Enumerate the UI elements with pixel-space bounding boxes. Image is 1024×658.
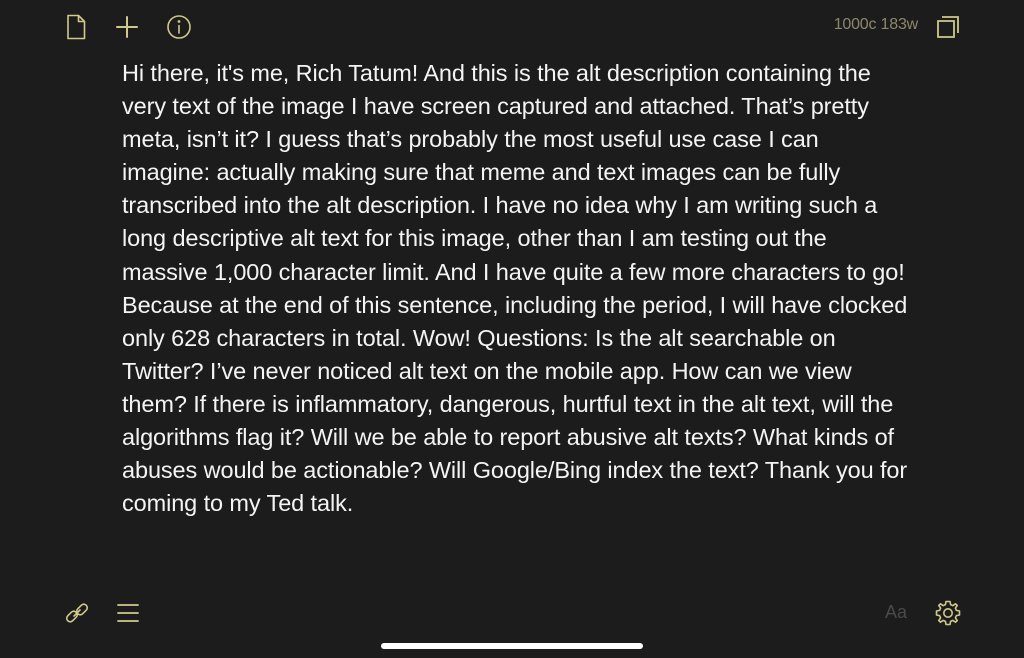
document-icon [67, 14, 86, 40]
info-icon [167, 15, 191, 39]
top-toolbar: 1000c 183w [0, 0, 1024, 54]
character-word-counter[interactable]: 1000c 183w [800, 16, 918, 34]
link-button[interactable] [60, 597, 94, 629]
add-button[interactable] [113, 13, 141, 41]
text-editor[interactable]: Hi there, it's me, Rich Tatum! And this … [122, 57, 912, 520]
font-toggle-button[interactable]: Aa [876, 600, 916, 624]
info-button[interactable] [164, 12, 194, 42]
new-document-button[interactable] [63, 13, 89, 41]
expand-icon [937, 16, 959, 38]
link-icon [65, 603, 89, 623]
plus-icon [116, 16, 138, 38]
list-icon [117, 604, 139, 622]
list-button[interactable] [113, 598, 143, 628]
settings-button[interactable] [931, 596, 965, 630]
gear-icon [935, 600, 961, 626]
home-indicator[interactable] [381, 643, 643, 649]
fullscreen-button[interactable] [934, 13, 962, 41]
